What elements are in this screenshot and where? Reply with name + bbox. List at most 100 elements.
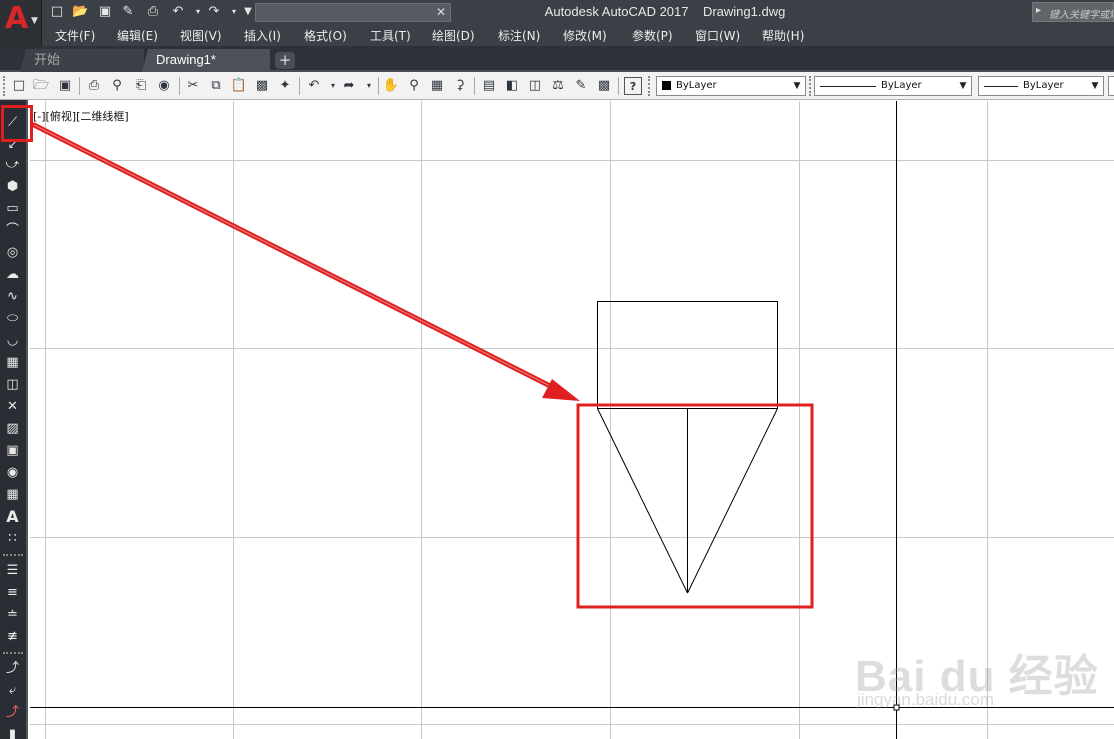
drawing-canvas[interactable]: [30, 101, 1114, 739]
chevron-down-icon: ▼: [1091, 81, 1099, 91]
undo-icon[interactable]: ↶: [170, 4, 186, 20]
help-icon[interactable]: ?: [624, 77, 642, 95]
menu-draw[interactable]: 绘图(D): [432, 27, 475, 44]
menu-view[interactable]: 视图(V): [180, 27, 222, 44]
layer-previous-icon[interactable]: ≐: [4, 606, 21, 623]
menu-insert[interactable]: 插入(I): [244, 27, 281, 44]
zoom-window-icon[interactable]: ▦: [428, 77, 446, 95]
tab-drawing1[interactable]: Drawing1*: [142, 49, 270, 72]
arc-icon[interactable]: ⌒: [4, 222, 21, 239]
plot-icon[interactable]: ⎙: [85, 77, 103, 95]
save-icon[interactable]: ▣: [56, 77, 74, 95]
rectangle-shape[interactable]: [597, 301, 778, 409]
triangle-right-edge[interactable]: [687, 408, 778, 594]
ucs-origin-marker: [893, 704, 900, 711]
point-icon[interactable]: ✕: [4, 398, 21, 415]
plot-preview-icon[interactable]: ⚲: [108, 77, 126, 95]
pan-icon[interactable]: ✋: [382, 77, 400, 95]
gradient-icon[interactable]: ▣: [4, 442, 21, 459]
menu-window[interactable]: 窗口(W): [695, 27, 740, 44]
redo-icon[interactable]: ↷: [206, 4, 222, 20]
dimension-linear-icon[interactable]: ⤴: [4, 660, 21, 677]
menu-tools[interactable]: 工具(T): [370, 27, 411, 44]
close-icon[interactable]: ✕: [436, 5, 446, 19]
drawing-geometry: [597, 301, 778, 594]
menu-parametric[interactable]: 参数(P): [632, 27, 673, 44]
layer-properties-icon[interactable]: ☰: [4, 562, 21, 579]
insert-block-icon[interactable]: ▦: [4, 354, 21, 371]
table-icon[interactable]: ▦: [4, 486, 21, 503]
new-icon[interactable]: □: [49, 4, 65, 20]
copy-icon[interactable]: ⧉: [207, 77, 225, 95]
save-as-icon[interactable]: ✎: [120, 4, 136, 20]
polyline-icon[interactable]: ⤻: [4, 156, 21, 173]
menu-edit[interactable]: 编辑(E): [117, 27, 158, 44]
circle-icon[interactable]: ◎: [4, 244, 21, 261]
keyword-search-input[interactable]: ▸ 键入关键字或短语: [1032, 2, 1114, 22]
color-select[interactable]: ByLayer ▼: [656, 76, 806, 96]
toolbar-separator: [474, 77, 475, 95]
qnew-icon[interactable]: □: [10, 77, 28, 95]
menu-format[interactable]: 格式(O): [304, 27, 347, 44]
plot-style-select[interactable]: [1108, 76, 1114, 96]
redo-dropdown-icon[interactable]: ▾: [360, 77, 378, 95]
workspace-field[interactable]: ✕: [255, 3, 451, 22]
zoom-realtime-icon[interactable]: ⚲: [405, 77, 423, 95]
customize-icon[interactable]: ▼: [240, 4, 256, 20]
layer-isolate-icon[interactable]: ≢: [4, 628, 21, 645]
annotation-arrow: [31, 122, 580, 401]
sheet-set-icon[interactable]: ⚖: [549, 77, 567, 95]
linetype-select[interactable]: ByLayer ▼: [814, 76, 972, 96]
add-selected-icon[interactable]: ∷: [4, 530, 21, 547]
menu-modify[interactable]: 修改(M): [563, 27, 607, 44]
block-editor-icon[interactable]: ✦: [276, 77, 294, 95]
toolbar-grip[interactable]: [3, 652, 23, 655]
spline-icon[interactable]: ∿: [4, 288, 21, 305]
properties-icon[interactable]: ▤: [480, 77, 498, 95]
cut-icon[interactable]: ✂: [184, 77, 202, 95]
zoom-previous-icon[interactable]: ⚳: [451, 77, 469, 95]
viewport-controls[interactable]: [-][俯视][二维线框]: [33, 108, 129, 124]
make-block-icon[interactable]: ◫: [4, 376, 21, 393]
dimension-aligned-icon[interactable]: ⤶: [4, 682, 21, 699]
menu-help[interactable]: 帮助(H): [762, 27, 804, 44]
markup-icon[interactable]: ✎: [572, 77, 590, 95]
rectangle-icon[interactable]: ▭: [4, 200, 21, 217]
dimension-arc-icon[interactable]: ⤴: [4, 704, 21, 721]
open-icon[interactable]: 📂: [72, 4, 88, 20]
toolbar-grip[interactable]: [648, 76, 652, 96]
design-center-icon[interactable]: ◧: [503, 77, 521, 95]
tool-palettes-icon[interactable]: ◫: [526, 77, 544, 95]
open-icon[interactable]: 🗁: [32, 77, 50, 95]
match-properties-icon[interactable]: ▩: [253, 77, 271, 95]
publish-icon[interactable]: ⎗: [132, 77, 150, 95]
lineweight-value: ByLayer: [1023, 80, 1064, 91]
dimension-radius-icon[interactable]: ▮: [4, 726, 21, 739]
multiline-text-icon[interactable]: A: [4, 508, 21, 525]
redo-icon[interactable]: ➦: [340, 77, 358, 95]
menu-file[interactable]: 文件(F): [55, 27, 95, 44]
toolbar-grip[interactable]: [3, 76, 7, 96]
ellipse-icon[interactable]: ⬭: [4, 310, 21, 327]
revision-cloud-icon[interactable]: ☁: [4, 266, 21, 283]
standard-toolbar: □ 🗁 ▣ ⎙ ⚲ ⎗ ◉ ✂ ⧉ 📋 ▩ ✦ ↶ ▾ ➦ ▾ ✋ ⚲ ▦ ⚳ …: [0, 72, 1114, 100]
polygon-icon[interactable]: ⬢: [4, 178, 21, 195]
tab-start[interactable]: 开始: [20, 49, 144, 72]
undo-icon[interactable]: ↶: [305, 77, 323, 95]
paste-icon[interactable]: 📋: [230, 77, 248, 95]
print-icon[interactable]: ⎙: [145, 4, 161, 20]
3d-dwf-icon[interactable]: ◉: [155, 77, 173, 95]
menu-dimension[interactable]: 标注(N): [498, 27, 540, 44]
region-icon[interactable]: ◉: [4, 464, 21, 481]
application-menu-button[interactable]: A ▼: [0, 0, 42, 46]
undo-dropdown-icon[interactable]: ▾: [190, 4, 206, 20]
calculator-icon[interactable]: ▩: [595, 77, 613, 95]
new-tab-button[interactable]: +: [275, 52, 295, 69]
ellipse-arc-icon[interactable]: ◡: [4, 332, 21, 349]
hatch-icon[interactable]: ▨: [4, 420, 21, 437]
toolbar-grip[interactable]: [809, 76, 813, 96]
layer-states-icon[interactable]: ≡: [4, 584, 21, 601]
lineweight-select[interactable]: ByLayer ▼: [978, 76, 1104, 96]
toolbar-grip[interactable]: [3, 554, 23, 557]
save-icon[interactable]: ▣: [97, 4, 113, 20]
